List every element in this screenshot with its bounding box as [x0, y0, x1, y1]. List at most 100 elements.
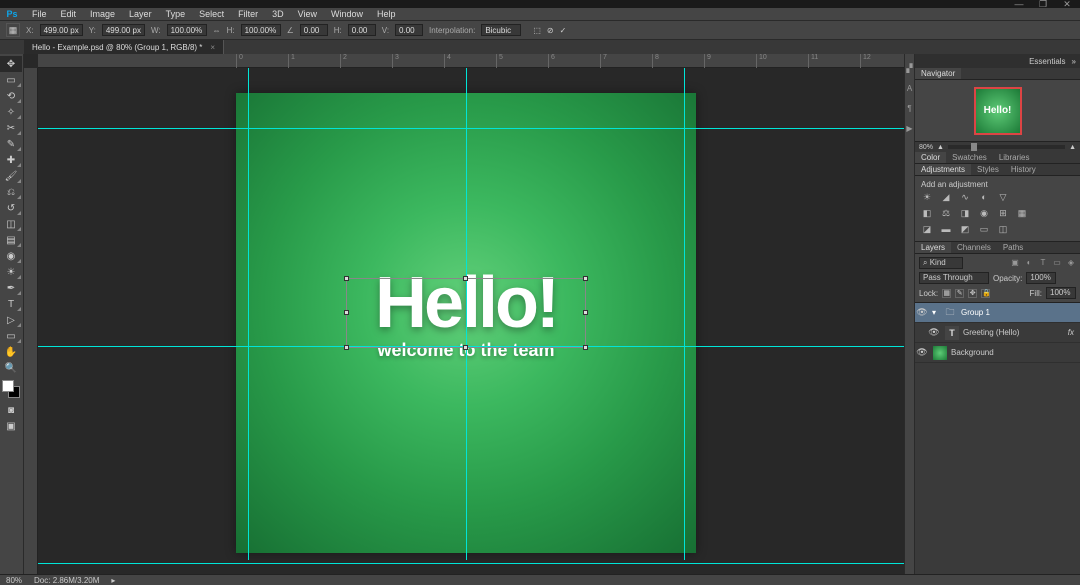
- magic-wand-tool[interactable]: ✧: [0, 104, 22, 120]
- menu-view[interactable]: View: [292, 8, 323, 20]
- window-restore-icon[interactable]: ❐: [1036, 0, 1050, 8]
- field-interp[interactable]: Bicubic: [481, 24, 521, 36]
- field-y[interactable]: 499.00 px: [102, 24, 145, 36]
- foreground-background-swatch[interactable]: [0, 376, 23, 402]
- crop-tool[interactable]: ✂: [0, 120, 22, 136]
- menu-3d[interactable]: 3D: [266, 8, 290, 20]
- ruler-horizontal[interactable]: 0 1 2 3 4 5 6 7 8 9 10 11 12: [38, 54, 904, 68]
- menu-image[interactable]: Image: [84, 8, 121, 20]
- field-skew-v[interactable]: 0.00: [395, 24, 423, 36]
- menu-filter[interactable]: Filter: [232, 8, 264, 20]
- opacity-field[interactable]: 100%: [1026, 272, 1056, 284]
- tab-swatches[interactable]: Swatches: [946, 152, 993, 163]
- actions-panel-icon[interactable]: ▶: [906, 124, 914, 132]
- document-tab[interactable]: Hello - Example.psd @ 80% (Group 1, RGB/…: [24, 40, 224, 54]
- field-skew-h[interactable]: 0.00: [348, 24, 376, 36]
- filter-shape-icon[interactable]: ▭: [1052, 258, 1062, 268]
- color-balance-icon[interactable]: ⚖: [940, 208, 952, 218]
- group-expand-icon[interactable]: ▾: [929, 308, 939, 317]
- guide-vertical[interactable]: [466, 68, 467, 560]
- tab-paths[interactable]: Paths: [997, 242, 1029, 253]
- status-doc-size[interactable]: Doc: 2.86M/3.20M: [34, 576, 99, 585]
- filter-type-icon[interactable]: T: [1038, 258, 1048, 268]
- status-zoom[interactable]: 80%: [6, 576, 22, 585]
- visibility-toggle-icon[interactable]: 👁: [915, 307, 929, 318]
- tab-navigator[interactable]: Navigator: [915, 68, 961, 79]
- lookup-icon[interactable]: ▦: [1016, 208, 1028, 218]
- navigator-thumbnail[interactable]: Hello!: [974, 87, 1022, 135]
- menu-layer[interactable]: Layer: [123, 8, 158, 20]
- zoom-out-icon[interactable]: ▲: [937, 144, 944, 151]
- eyedropper-tool[interactable]: ✎: [0, 136, 22, 152]
- marquee-tool[interactable]: ▭: [0, 72, 22, 88]
- brush-tool[interactable]: 🖌: [0, 168, 22, 184]
- screen-mode-icon[interactable]: ▣: [0, 418, 22, 434]
- posterize-icon[interactable]: ▬: [940, 224, 952, 234]
- warp-icon[interactable]: ⬚: [533, 26, 541, 35]
- transform-tool-icon[interactable]: ▦: [6, 23, 20, 37]
- guide-vertical[interactable]: [684, 68, 685, 560]
- layer-row-group[interactable]: 👁 ▾ 🗀 Group 1: [915, 303, 1080, 323]
- visibility-toggle-icon[interactable]: 👁: [927, 327, 941, 338]
- dodge-tool[interactable]: ☀: [0, 264, 22, 280]
- field-angle[interactable]: 0.00: [300, 24, 328, 36]
- layer-fx-badge[interactable]: fx: [1068, 328, 1080, 337]
- blur-tool[interactable]: ◉: [0, 248, 22, 264]
- invert-icon[interactable]: ◪: [921, 224, 933, 234]
- menu-window[interactable]: Window: [325, 8, 369, 20]
- menu-file[interactable]: File: [26, 8, 53, 20]
- canvas-area[interactable]: 0 1 2 3 4 5 6 7 8 9 10 11 12 Hello! welc…: [24, 54, 904, 574]
- histogram-icon[interactable]: ▞: [906, 64, 914, 72]
- shape-tool[interactable]: ▭: [0, 328, 22, 344]
- layer-name[interactable]: Background: [951, 348, 1080, 357]
- lasso-tool[interactable]: ⟲: [0, 88, 22, 104]
- menu-type[interactable]: Type: [160, 8, 192, 20]
- history-brush-tool[interactable]: ↺: [0, 200, 22, 216]
- search-icon[interactable]: »: [1072, 57, 1076, 66]
- guide-horizontal[interactable]: [38, 128, 904, 129]
- guide-vertical[interactable]: [248, 68, 249, 560]
- levels-icon[interactable]: ◢: [940, 192, 952, 202]
- tab-layers[interactable]: Layers: [915, 242, 951, 253]
- field-x[interactable]: 499.00 px: [40, 24, 83, 36]
- type-tool[interactable]: T: [0, 296, 22, 312]
- vibrance-icon[interactable]: ▽: [997, 192, 1009, 202]
- eraser-tool[interactable]: ◫: [0, 216, 22, 232]
- gradient-map-icon[interactable]: ▭: [978, 224, 990, 234]
- gradient-tool[interactable]: ▤: [0, 232, 22, 248]
- tab-styles[interactable]: Styles: [971, 164, 1005, 175]
- menu-help[interactable]: Help: [371, 8, 402, 20]
- threshold-icon[interactable]: ◩: [959, 224, 971, 234]
- navigator-zoom-value[interactable]: 80%: [919, 144, 933, 151]
- bw-icon[interactable]: ◨: [959, 208, 971, 218]
- move-tool[interactable]: ✥: [0, 56, 22, 72]
- fill-field[interactable]: 100%: [1046, 287, 1076, 299]
- paragraph-panel-icon[interactable]: ¶: [906, 104, 914, 112]
- selective-color-icon[interactable]: ◫: [997, 224, 1009, 234]
- photo-filter-icon[interactable]: ◉: [978, 208, 990, 218]
- link-wh-icon[interactable]: ⇔: [213, 26, 221, 35]
- visibility-toggle-icon[interactable]: 👁: [915, 347, 929, 358]
- layer-row-background[interactable]: 👁 Background: [915, 343, 1080, 363]
- hand-tool[interactable]: ✋: [0, 344, 22, 360]
- zoom-in-icon[interactable]: ▲: [1069, 144, 1076, 151]
- hue-icon[interactable]: ◧: [921, 208, 933, 218]
- lock-all-icon[interactable]: 🔒: [981, 289, 990, 298]
- clone-stamp-tool[interactable]: ⎌: [0, 184, 22, 200]
- window-close-icon[interactable]: ✕: [1060, 0, 1074, 8]
- workspace-switcher[interactable]: Essentials »: [915, 54, 1080, 68]
- ruler-vertical[interactable]: [24, 68, 38, 574]
- commit-transform-icon[interactable]: ✓: [560, 26, 567, 35]
- navigator-zoom-slider[interactable]: [948, 145, 1065, 149]
- layer-name[interactable]: Group 1: [961, 308, 1080, 317]
- path-selection-tool[interactable]: ▷: [0, 312, 22, 328]
- field-h[interactable]: 100.00%: [241, 24, 281, 36]
- tab-libraries[interactable]: Libraries: [993, 152, 1036, 163]
- lock-transparency-icon[interactable]: ▦: [942, 289, 951, 298]
- field-w[interactable]: 100.00%: [167, 24, 207, 36]
- quick-mask-icon[interactable]: ◙: [0, 402, 22, 418]
- layer-filter-kind[interactable]: ⌕ Kind: [919, 257, 963, 269]
- layer-name[interactable]: Greeting (Hello): [963, 328, 1068, 337]
- healing-brush-tool[interactable]: ✚: [0, 152, 22, 168]
- zoom-tool[interactable]: 🔍: [0, 360, 22, 376]
